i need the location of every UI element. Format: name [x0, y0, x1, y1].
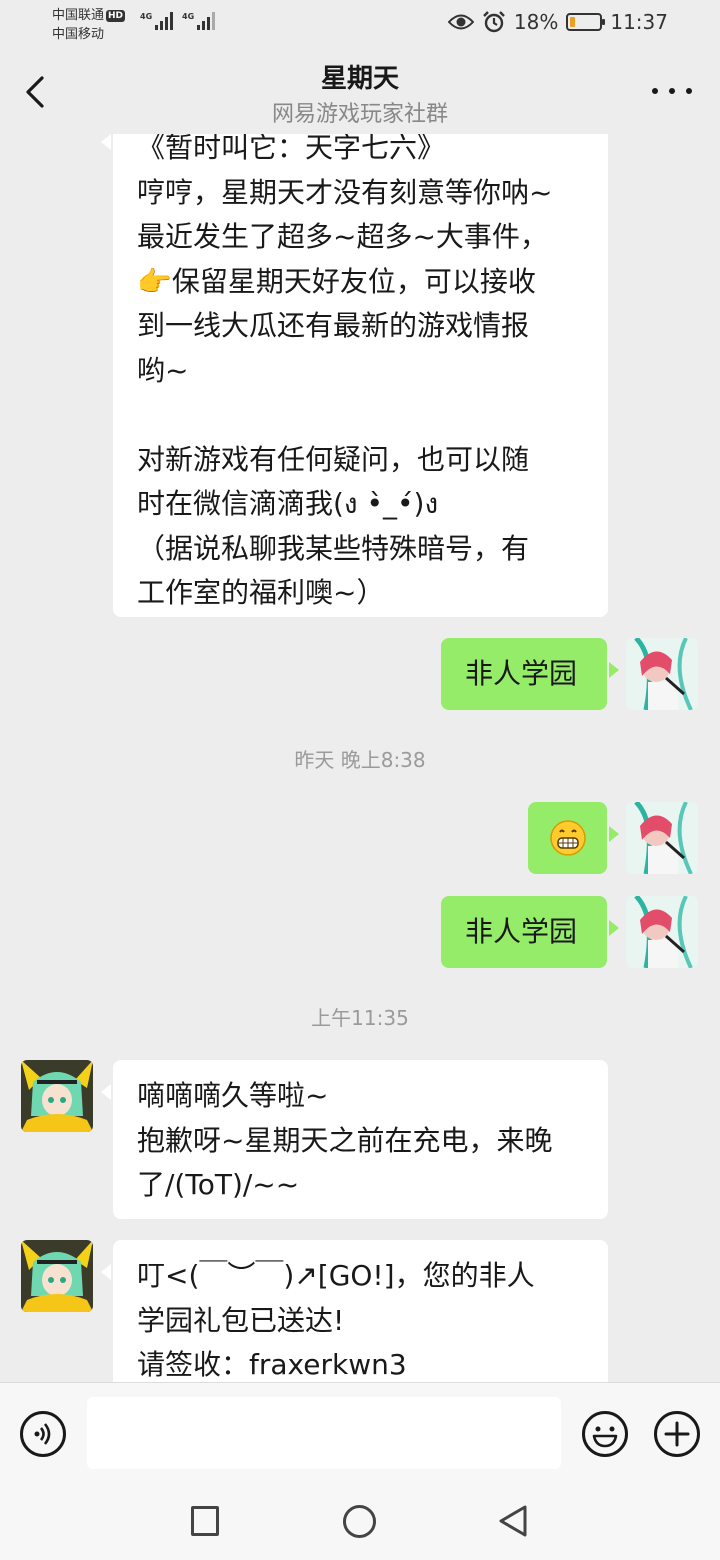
my-avatar-image — [626, 802, 698, 874]
message-line: 哟~ — [137, 353, 189, 387]
more-options-icon[interactable] — [652, 76, 692, 106]
message-line: 最近发生了超多~超多~大事件， — [137, 220, 548, 253]
carrier1-label: 中国联通 — [52, 8, 105, 23]
message-bubble-incoming[interactable]: 《暂时叫它：天字七六》 哼哼，星期天才没有刻意等你呐~ 最近发生了超多~超多~大… — [101, 134, 608, 617]
my-avatar-image — [626, 896, 698, 968]
network2-label: 4G — [182, 12, 195, 21]
contact-avatar[interactable] — [21, 1240, 93, 1312]
contact-avatar[interactable] — [21, 1060, 93, 1132]
signal-icon-2: 4G — [182, 12, 216, 30]
contact-avatar-image — [21, 1240, 93, 1312]
message-line: 叮<(￣︶￣)↗[GO!]，您的非人 — [137, 1259, 535, 1292]
status-bar: 中国联通 HD 中国移动 4G 4G 18% 11:37 — [0, 0, 720, 50]
message-bubble-outgoing-emoji[interactable] — [528, 802, 619, 874]
clock-time: 11:37 — [610, 10, 668, 34]
message-input[interactable] — [87, 1397, 561, 1469]
battery-percent: 18% — [513, 10, 559, 34]
message-line: 抱歉呀~星期天之前在充电，来晚 — [137, 1123, 553, 1157]
smiley-icon — [592, 1426, 618, 1448]
my-avatar[interactable] — [626, 802, 698, 874]
chat-header: 星期天 网易游戏玩家社群 — [0, 50, 720, 134]
message-text: 非人学园 — [465, 915, 578, 948]
my-avatar[interactable] — [626, 896, 698, 968]
signal-icon-1: 4G — [140, 12, 174, 30]
message-bubble-outgoing[interactable]: 非人学园 — [441, 638, 619, 710]
message-line: 时在微信滴滴我(ง •̀_•́)ง — [137, 487, 439, 520]
battery-icon — [566, 13, 606, 31]
emoji-button[interactable] — [582, 1411, 628, 1457]
contact-avatar-image — [21, 1060, 93, 1132]
grin-emoji-icon — [549, 820, 586, 856]
timestamp: 上午11:35 — [311, 1006, 409, 1030]
system-back-button[interactable] — [498, 1504, 528, 1538]
message-line: 《暂时叫它：天字七六》 — [137, 134, 446, 164]
my-avatar-image — [626, 638, 698, 710]
message-line — [137, 393, 584, 438]
message-bubble-incoming[interactable]: 嘀嘀嘀久等啦~ 抱歉呀~星期天之前在充电，来晚 了/(ToT)/~~ — [101, 1060, 608, 1219]
message-line: 嘀嘀嘀久等啦~ — [137, 1079, 329, 1112]
message-line: 了/(ToT)/~~ — [137, 1168, 300, 1201]
recent-apps-button[interactable] — [191, 1506, 219, 1536]
carrier2-label: 中国移动 — [52, 27, 105, 42]
eye-icon — [447, 14, 474, 30]
message-line: 学园礼包已送达! — [137, 1303, 345, 1337]
message-line: 工作室的福利噢~） — [137, 576, 385, 609]
alarm-icon — [483, 11, 505, 33]
hd-badge: HD — [106, 9, 126, 22]
chat-area[interactable]: 《暂时叫它：天字七六》 哼哼，星期天才没有刻意等你呐~ 最近发生了超多~超多~大… — [0, 134, 720, 1382]
chat-subtitle: 网易游戏玩家社群 — [271, 102, 448, 127]
message-bubble-incoming[interactable]: 叮<(￣︶￣)↗[GO!]，您的非人 学园礼包已送达! 请签收：fraxerkw… — [101, 1240, 608, 1382]
my-avatar[interactable] — [626, 638, 698, 710]
home-button[interactable] — [343, 1505, 376, 1538]
network1-label: 4G — [140, 12, 153, 21]
system-nav-bar — [0, 1484, 720, 1560]
message-line: 哼哼，星期天才没有刻意等你呐~ — [137, 175, 553, 209]
message-line: 请签收：fraxerkwn3 — [137, 1348, 407, 1381]
timestamp: 昨天 晚上8:38 — [294, 748, 426, 772]
voice-icon — [34, 1423, 51, 1445]
plus-icon — [664, 1421, 690, 1447]
input-bar — [0, 1382, 720, 1484]
message-text: 非人学园 — [465, 657, 578, 690]
message-line: （据说私聊我某些特殊暗号，有 — [137, 531, 530, 565]
message-bubble-outgoing[interactable]: 非人学园 — [441, 896, 619, 968]
message-line: 到一线大瓜还有最新的游戏情报 — [137, 309, 530, 342]
more-functions-button[interactable] — [654, 1411, 700, 1457]
message-line: 👉保留星期天好友位，可以接收 — [137, 264, 536, 298]
carrier-info: 中国联通 HD 中国移动 — [52, 6, 126, 44]
chat-title: 星期天 — [320, 64, 399, 94]
message-line: 对新游戏有任何疑问，也可以随 — [137, 442, 530, 476]
status-right: 18% 11:37 — [447, 10, 668, 34]
voice-input-button[interactable] — [20, 1411, 66, 1457]
